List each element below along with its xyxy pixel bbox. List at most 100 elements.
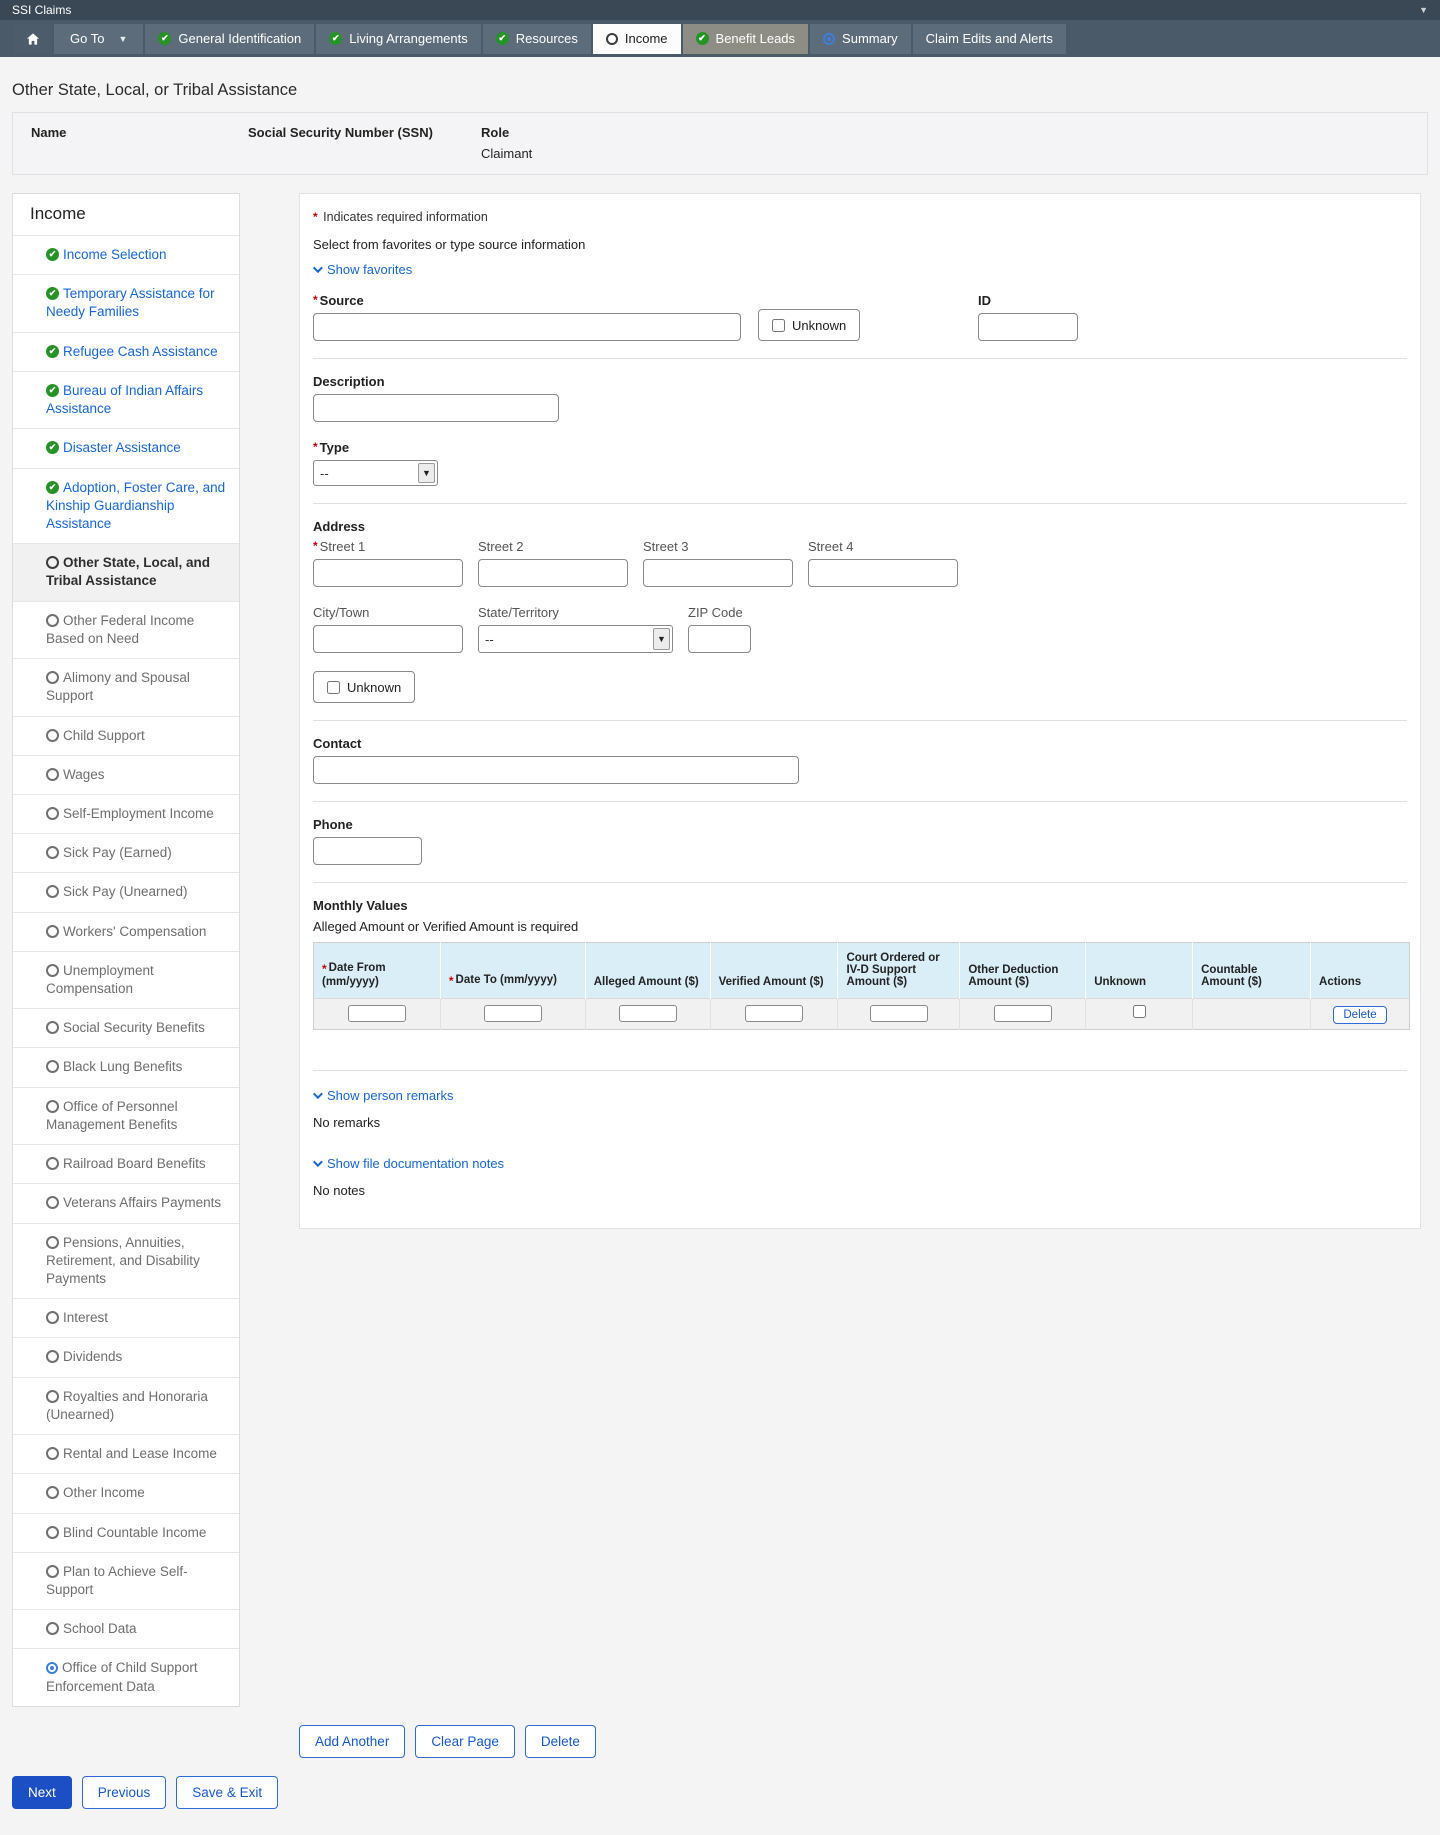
row-delete-button[interactable]: Delete	[1333, 1006, 1386, 1024]
save-exit-button[interactable]: Save & Exit	[176, 1776, 278, 1809]
street1-input[interactable]	[313, 559, 463, 587]
previous-button[interactable]: Previous	[82, 1776, 167, 1809]
source-unknown-checkbox-input[interactable]	[772, 319, 785, 332]
street4-input[interactable]	[808, 559, 958, 587]
sidebar-item[interactable]: Income Selection	[13, 235, 239, 274]
sidebar-item-label: Railroad Board Benefits	[63, 1156, 206, 1171]
claimant-summary-box: Name Social Security Number (SSN) Role C…	[12, 112, 1428, 175]
sidebar-item-label: Black Lung Benefits	[63, 1059, 182, 1074]
required-asterisk: *	[449, 974, 454, 988]
address-unknown-checkbox-input[interactable]	[327, 681, 340, 694]
source-unknown-checkbox[interactable]: Unknown	[758, 309, 860, 341]
sidebar-item[interactable]: Sick Pay (Unearned)	[13, 872, 239, 911]
row-unknown-checkbox[interactable]	[1133, 1005, 1146, 1018]
nav-tab[interactable]: Living Arrangements	[316, 24, 481, 54]
item-status-icon	[46, 1565, 59, 1578]
phone-input[interactable]	[313, 837, 422, 865]
sidebar-item-label: Disaster Assistance	[63, 440, 181, 455]
sidebar-item[interactable]: Veterans Affairs Payments	[13, 1183, 239, 1222]
tab-status-icon	[606, 33, 618, 45]
sidebar-item[interactable]: Royalties and Honoraria (Unearned)	[13, 1377, 239, 1434]
nav-tab[interactable]: Income	[593, 24, 681, 54]
sidebar-item-label: Office of Child Support Enforcement Data	[46, 1660, 198, 1693]
nav-tab[interactable]: Resources	[483, 24, 591, 54]
sidebar-item[interactable]: Workers' Compensation	[13, 912, 239, 951]
go-to-menu-button[interactable]: Go To ▼	[54, 24, 143, 54]
other-deduction-amount-input[interactable]	[994, 1005, 1052, 1022]
item-status-icon	[46, 1157, 59, 1170]
source-input[interactable]	[313, 313, 741, 341]
clear-page-button[interactable]: Clear Page	[415, 1725, 515, 1758]
show-file-documentation-notes-link[interactable]: Show file documentation notes	[313, 1156, 504, 1171]
street3-input[interactable]	[643, 559, 793, 587]
address-unknown-checkbox[interactable]: Unknown	[313, 671, 415, 703]
sidebar-item[interactable]: Other State, Local, and Tribal Assistanc…	[13, 543, 239, 600]
sidebar-item[interactable]: Pensions, Annuities, Retirement, and Dis…	[13, 1223, 239, 1299]
sidebar-item[interactable]: Social Security Benefits	[13, 1008, 239, 1047]
tab-status-icon	[158, 32, 171, 45]
date-from-input[interactable]	[348, 1005, 406, 1022]
add-another-button[interactable]: Add Another	[299, 1725, 405, 1758]
id-input[interactable]	[978, 313, 1078, 341]
sidebar-item-label: Sick Pay (Unearned)	[63, 884, 188, 899]
sidebar-item[interactable]: Blind Countable Income	[13, 1513, 239, 1552]
nav-tab[interactable]: Claim Edits and Alerts	[913, 24, 1066, 54]
sidebar-item[interactable]: Railroad Board Benefits	[13, 1144, 239, 1183]
item-status-icon	[46, 846, 59, 859]
verified-amount-input[interactable]	[745, 1005, 803, 1022]
sidebar-item-label: Workers' Compensation	[63, 924, 206, 939]
sidebar-item[interactable]: Self-Employment Income	[13, 794, 239, 833]
nav-tab[interactable]: General Identification	[145, 24, 314, 54]
sidebar-item[interactable]: Child Support	[13, 716, 239, 755]
sidebar-item[interactable]: Black Lung Benefits	[13, 1047, 239, 1086]
sidebar-item[interactable]: Adoption, Foster Care, and Kinship Guard…	[13, 468, 239, 544]
alleged-amount-input[interactable]	[619, 1005, 677, 1022]
sidebar-item[interactable]: Office of Personnel Management Benefits	[13, 1087, 239, 1144]
column-header-label: Date To (mm/yyyy)	[456, 974, 557, 986]
street2-input[interactable]	[478, 559, 628, 587]
sidebar-item[interactable]: Office of Child Support Enforcement Data	[13, 1648, 239, 1705]
sidebar-item[interactable]: Other Income	[13, 1473, 239, 1512]
sidebar-item-label: Unemployment Compensation	[46, 963, 154, 996]
date-to-input[interactable]	[484, 1005, 542, 1022]
sidebar-item-label: Other State, Local, and Tribal Assistanc…	[46, 555, 210, 588]
sidebar-item[interactable]: Interest	[13, 1298, 239, 1337]
state-select[interactable]: --	[478, 625, 673, 653]
description-input[interactable]	[313, 394, 559, 422]
show-person-remarks-link[interactable]: Show person remarks	[313, 1088, 453, 1103]
next-button[interactable]: Next	[12, 1776, 72, 1809]
city-input[interactable]	[313, 625, 463, 653]
sidebar-item-label: Refugee Cash Assistance	[63, 344, 218, 359]
sidebar-item[interactable]: Sick Pay (Earned)	[13, 833, 239, 872]
sidebar-item[interactable]: Alimony and Spousal Support	[13, 658, 239, 715]
collapse-chevron-icon[interactable]: ▼	[1419, 5, 1428, 15]
sidebar-item[interactable]: School Data	[13, 1609, 239, 1648]
contact-input[interactable]	[313, 756, 799, 784]
required-asterisk: *	[313, 293, 318, 307]
go-to-label: Go To	[70, 31, 104, 46]
sidebar-item[interactable]: Unemployment Compensation	[13, 951, 239, 1008]
sidebar-item-label: Other Income	[63, 1485, 145, 1500]
type-label: *Type	[313, 440, 1407, 455]
court-ordered-amount-input[interactable]	[870, 1005, 928, 1022]
nav-tab[interactable]: Summary	[810, 24, 911, 54]
sidebar-item[interactable]: Other Federal Income Based on Need	[13, 601, 239, 658]
sidebar-item[interactable]: Wages	[13, 755, 239, 794]
sidebar-item-label: Bureau of Indian Affairs Assistance	[46, 383, 203, 416]
item-status-icon	[46, 1236, 59, 1249]
sidebar-item[interactable]: Dividends	[13, 1337, 239, 1376]
type-select[interactable]: --	[313, 460, 438, 486]
nav-tab[interactable]: Benefit Leads	[683, 24, 809, 54]
show-favorites-link[interactable]: Show favorites	[313, 262, 412, 277]
zip-input[interactable]	[688, 625, 751, 653]
sidebar-item[interactable]: Bureau of Indian Affairs Assistance	[13, 371, 239, 428]
chevron-down-icon: ▼	[118, 34, 127, 44]
sidebar-item[interactable]: Rental and Lease Income	[13, 1434, 239, 1473]
sidebar-item[interactable]: Temporary Assistance for Needy Families	[13, 274, 239, 331]
sidebar-item[interactable]: Disaster Assistance	[13, 428, 239, 467]
delete-button[interactable]: Delete	[525, 1725, 596, 1758]
home-button[interactable]	[14, 24, 52, 54]
sidebar-item-label: Self-Employment Income	[63, 806, 214, 821]
sidebar-item[interactable]: Plan to Achieve Self-Support	[13, 1552, 239, 1609]
sidebar-item[interactable]: Refugee Cash Assistance	[13, 332, 239, 371]
